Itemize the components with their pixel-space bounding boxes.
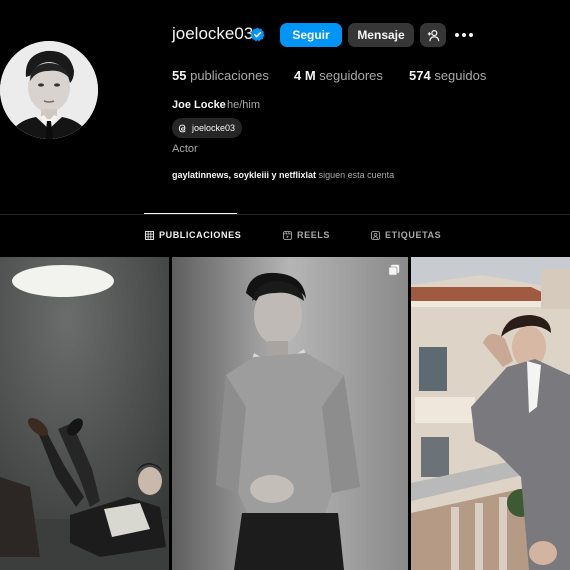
verified-badge-icon (250, 27, 265, 42)
carousel-icon (388, 264, 400, 276)
posts-count: 55 publicaciones (172, 68, 269, 83)
followed-by[interactable]: gaylatinnews, soykleiii y netflixlat sig… (172, 170, 394, 180)
profile-pronouns: he/him (227, 99, 261, 111)
followers-count[interactable]: 4 M seguidores (294, 68, 383, 83)
profile-category: Actor (172, 143, 198, 155)
tab-reels-label: REELS (297, 230, 331, 240)
post-image (0, 257, 169, 570)
followed-by-suffix: siguen esta cuenta (318, 170, 395, 180)
profile-username: joelocke03 (172, 24, 254, 43)
tab-reels[interactable]: REELS (283, 230, 330, 240)
following-count-label: seguidos (434, 68, 487, 83)
posts-count-label: publicaciones (190, 68, 269, 83)
post-image (172, 257, 408, 570)
threads-handle: joelocke03 (192, 123, 236, 133)
post-image (411, 257, 570, 570)
following-count-value: 574 (409, 68, 431, 83)
avatar-photo (0, 41, 98, 139)
post-thumbnail[interactable] (0, 257, 169, 570)
follow-button[interactable]: Seguir (280, 23, 342, 47)
post-thumbnail[interactable] (411, 257, 570, 570)
more-options-icon[interactable] (453, 26, 475, 44)
tab-posts[interactable]: PUBLICACIONES (145, 230, 241, 240)
reels-icon (283, 230, 292, 240)
followers-count-value: 4 M (294, 68, 316, 83)
tab-tagged-label: ETIQUETAS (385, 230, 442, 240)
suggested-accounts-button[interactable] (420, 23, 446, 47)
message-button[interactable]: Mensaje (348, 23, 414, 47)
threads-link[interactable]: joelocke03 (172, 118, 243, 138)
threads-icon (178, 124, 186, 132)
followed-by-names: gaylatinnews, soykleiii y netflixlat (172, 170, 317, 180)
posts-count-value: 55 (172, 68, 187, 83)
tabs-divider (0, 214, 570, 215)
tab-posts-label: PUBLICACIONES (159, 230, 242, 240)
tab-tagged[interactable]: ETIQUETAS (371, 230, 441, 240)
grid-icon (145, 230, 154, 240)
active-tab-indicator (144, 213, 237, 214)
followers-count-label: seguidores (319, 68, 383, 83)
profile-avatar[interactable] (0, 41, 98, 139)
add-person-icon (427, 29, 439, 41)
profile-full-name: Joe Locke (172, 99, 226, 111)
following-count[interactable]: 574 seguidos (409, 68, 486, 83)
post-thumbnail[interactable] (172, 257, 408, 570)
tagged-person-icon (371, 230, 380, 240)
